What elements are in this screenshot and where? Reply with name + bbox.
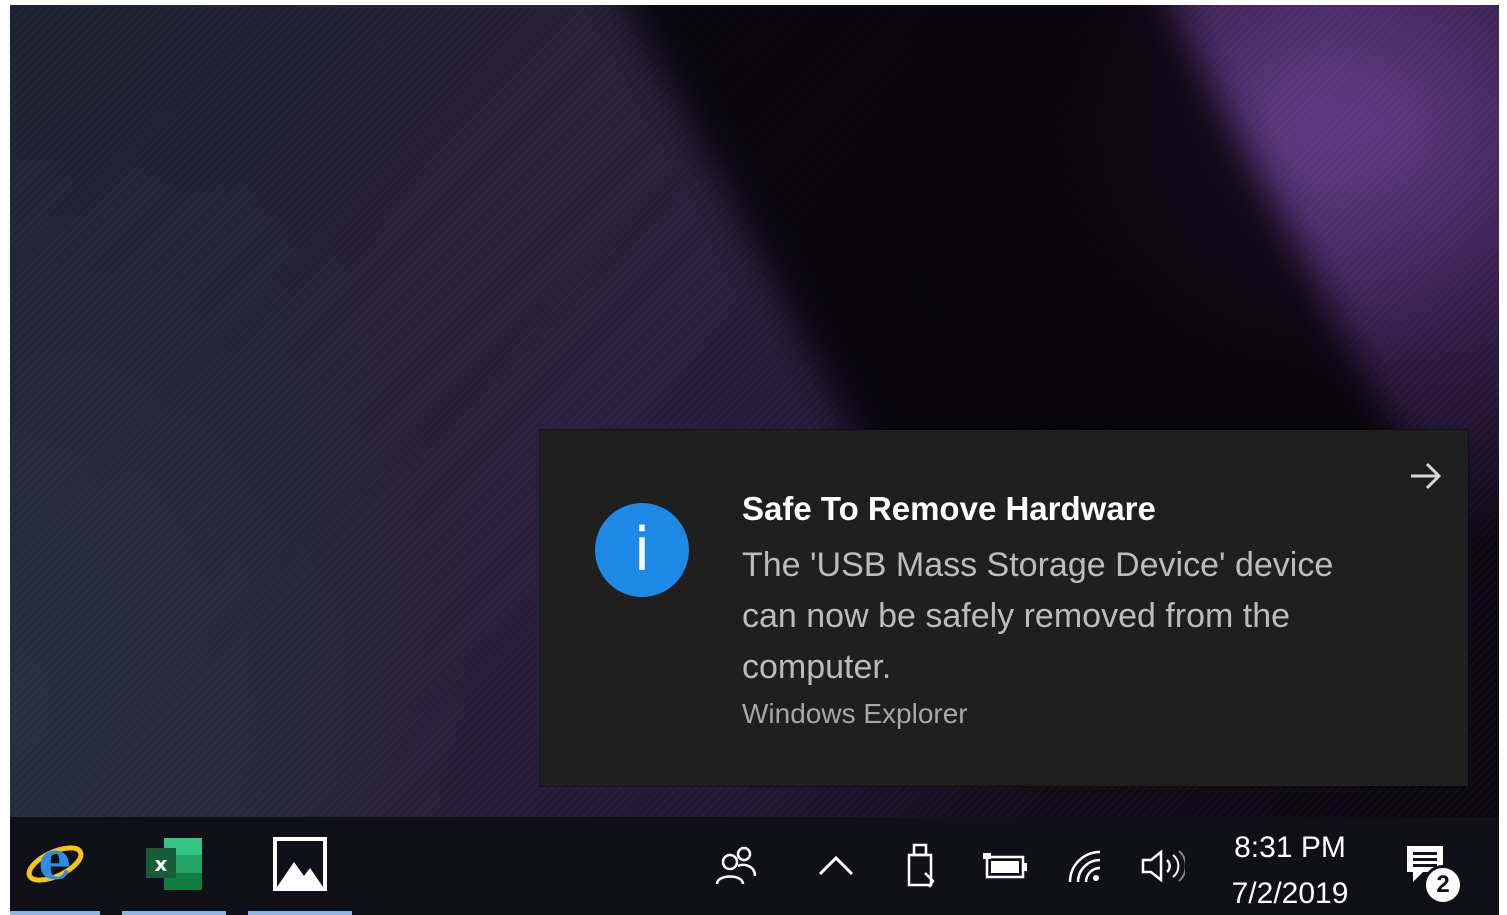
taskbar: e x 8:31 PM 7/2/2019 2 — [10, 817, 1499, 915]
clock-date: 7/2/2019 — [1231, 877, 1349, 910]
info-icon: i — [595, 503, 689, 597]
notification-body: The 'USB Mass Storage Device' device can… — [742, 546, 1334, 686]
active-indicator — [122, 911, 226, 915]
svg-text:e: e — [38, 832, 71, 892]
active-indicator — [10, 911, 100, 915]
taskbar-app-internet-explorer[interactable]: e — [10, 817, 100, 915]
notification-count-badge: 2 — [1423, 865, 1463, 905]
desktop[interactable]: i Safe To Remove Hardware The 'USB Mass … — [10, 5, 1499, 915]
arrow-right-icon[interactable] — [1406, 456, 1446, 496]
volume-icon[interactable] — [1132, 817, 1192, 915]
excel-icon: x — [142, 834, 206, 899]
svg-text:x: x — [155, 852, 168, 876]
internet-explorer-icon: e — [23, 831, 87, 901]
battery-icon[interactable] — [976, 817, 1036, 915]
people-icon[interactable] — [706, 817, 766, 915]
notification-title: Safe To Remove Hardware — [742, 490, 1156, 527]
notification-source: Windows Explorer — [742, 698, 968, 729]
photos-icon — [270, 834, 330, 899]
chevron-up-icon[interactable] — [806, 817, 866, 915]
active-indicator — [248, 911, 352, 915]
taskbar-app-photos[interactable] — [248, 817, 352, 915]
taskbar-app-excel[interactable]: x — [122, 817, 226, 915]
clock-time: 8:31 PM — [1234, 831, 1346, 864]
wifi-icon[interactable] — [1056, 817, 1116, 915]
usb-drive-icon[interactable] — [890, 817, 950, 915]
clock[interactable]: 8:31 PM 7/2/2019 — [1210, 827, 1370, 915]
toast-notification[interactable]: i Safe To Remove Hardware The 'USB Mass … — [540, 430, 1468, 786]
